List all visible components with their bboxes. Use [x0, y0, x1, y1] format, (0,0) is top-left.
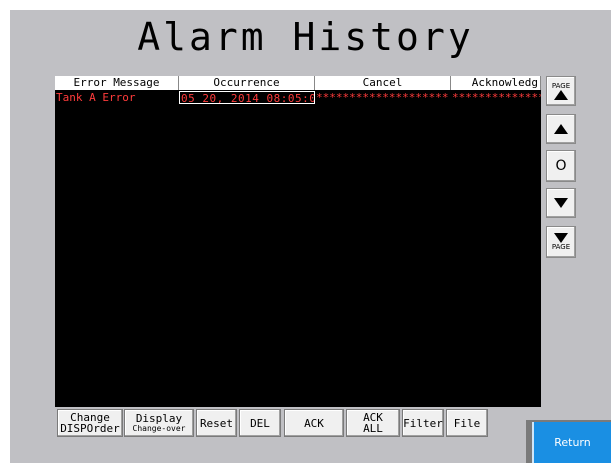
return-button[interactable]: Return	[532, 422, 611, 463]
filter-button[interactable]: Filter	[402, 409, 444, 437]
table-header: Error Message Occurrence Cancel Acknowle…	[55, 76, 541, 90]
del-label: DEL	[250, 416, 270, 430]
file-button[interactable]: File	[446, 409, 488, 437]
display-label-2: Change-over	[132, 424, 186, 433]
reset-button[interactable]: Reset	[196, 409, 237, 437]
column-header-cancel: Cancel	[315, 76, 451, 90]
scroll-up-button[interactable]	[546, 114, 576, 144]
cell-acknowledge: **************	[452, 91, 541, 104]
scroll-down-button[interactable]	[546, 188, 576, 218]
reset-label: Reset	[199, 416, 234, 430]
cell-cancel: ********************	[316, 91, 449, 104]
column-header-error-message: Error Message	[55, 76, 179, 90]
display-changeover-button[interactable]: Display Change-over	[124, 409, 194, 437]
cell-occurrence: 05 20, 2014 08:05:02	[179, 91, 315, 104]
display-label-1: Display	[135, 412, 183, 425]
column-header-occurrence: Occurrence	[179, 76, 315, 90]
arrow-down-icon	[554, 233, 568, 243]
change-label-2: DISPOrder	[60, 422, 120, 435]
page-down-label: PAGE	[551, 243, 571, 251]
ack-label: ACK	[304, 416, 324, 430]
arrow-up-icon	[554, 124, 568, 134]
page-down-button[interactable]: PAGE	[546, 226, 576, 258]
cell-error-message: Tank A Error	[55, 91, 179, 104]
center-label: O	[555, 158, 567, 174]
return-label: Return	[554, 436, 591, 449]
del-button[interactable]: DEL	[239, 409, 281, 437]
arrow-down-icon	[554, 198, 568, 208]
ack-all-label-2: ALL	[363, 422, 383, 435]
filter-label: Filter	[403, 416, 443, 430]
page-up-label: PAGE	[551, 82, 571, 90]
arrow-up-icon	[554, 90, 568, 100]
center-button[interactable]: O	[546, 150, 576, 182]
alarm-history-table[interactable]: Error Message Occurrence Cancel Acknowle…	[55, 76, 541, 407]
column-header-acknowledge: Acknowledg	[451, 76, 541, 90]
page-up-button[interactable]: PAGE	[546, 76, 576, 106]
ack-all-button[interactable]: ACK ALL	[346, 409, 400, 437]
table-row[interactable]: Tank A Error 05 20, 2014 08:05:02 ******…	[55, 91, 541, 104]
change-disporder-button[interactable]: Change DISPOrder	[57, 409, 123, 437]
file-label: File	[453, 416, 481, 430]
ack-button[interactable]: ACK	[284, 409, 344, 437]
page-title: Alarm History	[137, 15, 474, 59]
